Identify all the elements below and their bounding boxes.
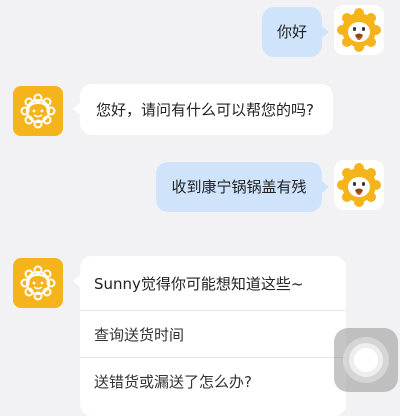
bot-avatar bbox=[13, 258, 63, 308]
message-text: 您好，请问有什么可以帮您的吗? bbox=[96, 100, 314, 119]
user-message-bubble: 收到康宁锅锅盖有残 bbox=[156, 162, 329, 212]
message-text: 收到康宁锅锅盖有残 bbox=[171, 178, 307, 196]
user-avatar[interactable] bbox=[334, 5, 384, 55]
suggestion-card: Sunny觉得你可能想知道这些~ 查询送货时间 送错货或漏送了怎么办? bbox=[73, 256, 346, 416]
bot-avatar bbox=[13, 86, 63, 136]
assistive-touch-button[interactable] bbox=[334, 328, 398, 392]
suning-lion-icon bbox=[337, 8, 381, 52]
assistive-touch-icon bbox=[343, 337, 389, 383]
user-avatar[interactable] bbox=[334, 160, 384, 210]
message-text: 你好 bbox=[276, 23, 307, 41]
suggestion-option[interactable]: 查询送货时间 bbox=[80, 310, 346, 357]
bot-message-bubble: 您好，请问有什么可以帮您的吗? bbox=[73, 84, 333, 135]
user-message-bubble: 你好 bbox=[262, 7, 329, 57]
suggestion-card-title: Sunny觉得你可能想知道这些~ bbox=[94, 275, 304, 293]
bot-lion-headset-icon bbox=[20, 93, 56, 129]
bot-lion-headset-icon bbox=[20, 265, 56, 301]
suggestion-option[interactable]: 送错货或漏送了怎么办? bbox=[80, 357, 346, 404]
suning-lion-icon bbox=[337, 163, 381, 207]
